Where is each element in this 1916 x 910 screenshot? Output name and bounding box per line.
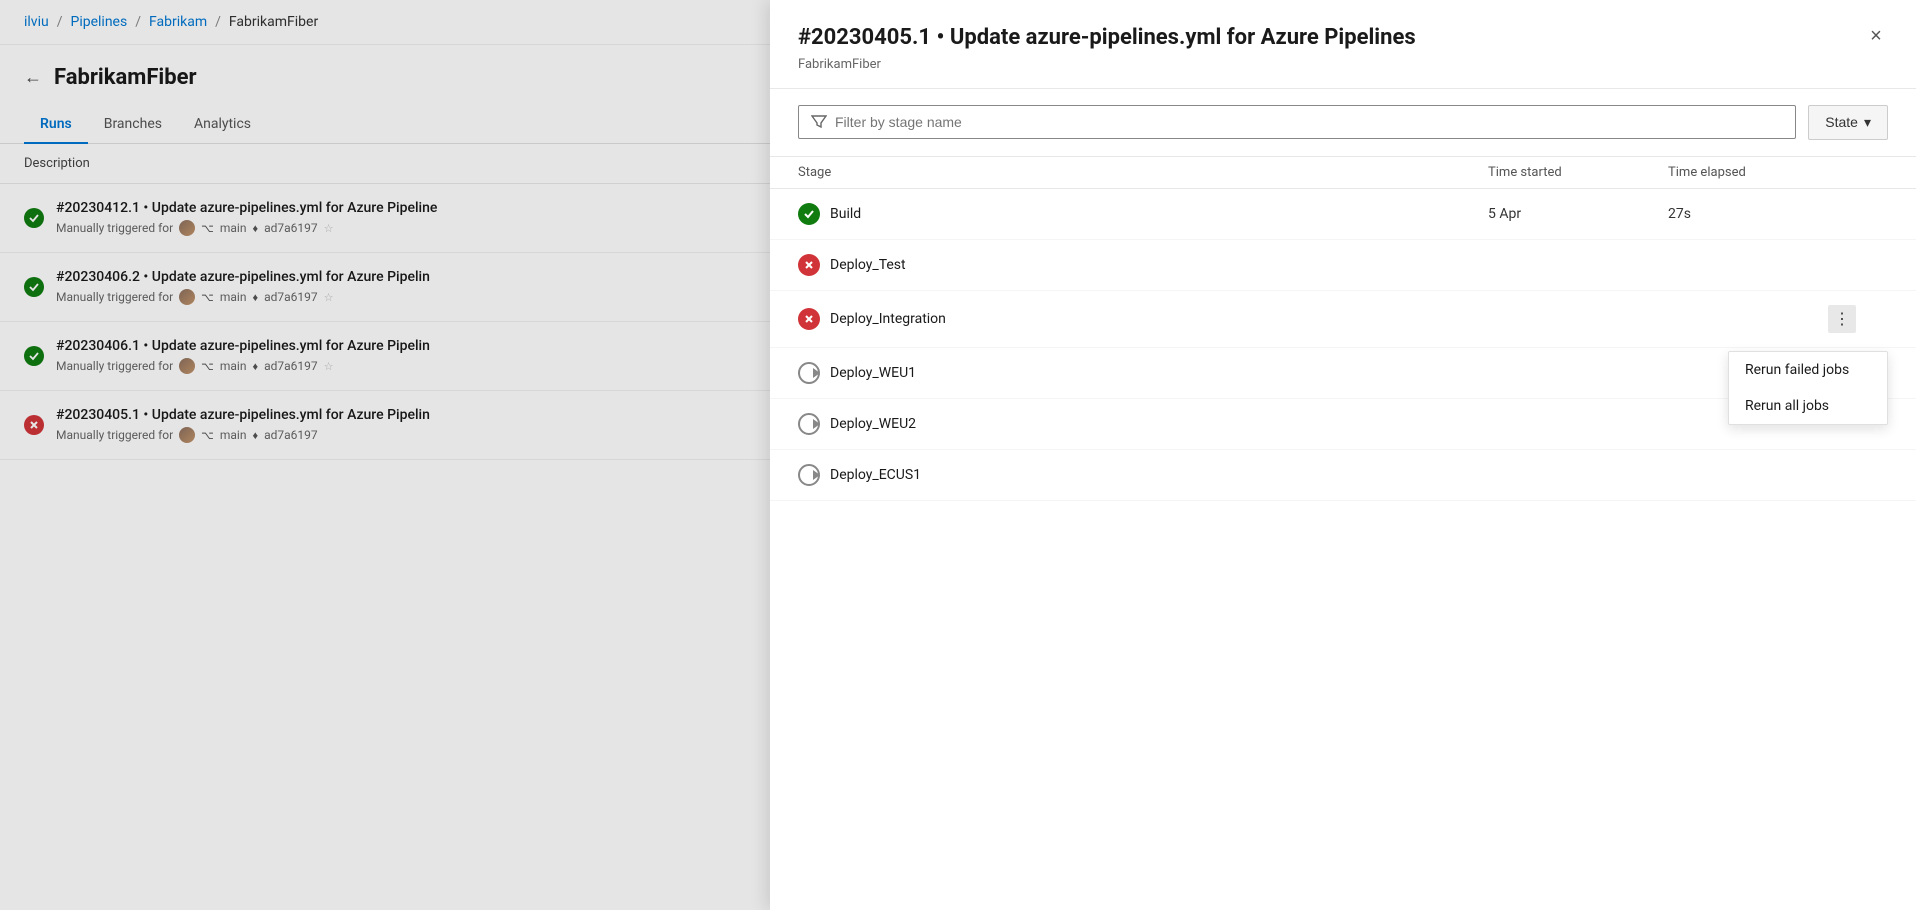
panel-header: #20230405.1 • Update azure-pipelines.yml… — [770, 0, 1916, 89]
stage-row-deploy-test[interactable]: Deploy_Test — [770, 240, 1916, 291]
close-button[interactable]: × — [1860, 20, 1892, 52]
stage-row-build[interactable]: Build 5 Apr 27s — [770, 189, 1916, 240]
col-actions — [1828, 165, 1888, 180]
stage-name-cell-deploy-weu2: Deploy_WEU2 — [798, 413, 1488, 435]
stage-time-elapsed-build: 27s — [1668, 206, 1828, 222]
filter-icon — [811, 114, 827, 130]
filter-input-wrapper — [798, 105, 1796, 139]
stage-name-build: Build — [830, 206, 861, 222]
stage-row-deploy-ecus1[interactable]: Deploy_ECUS1 — [770, 450, 1916, 501]
stage-name-deploy-integration: Deploy_Integration — [830, 311, 946, 327]
stage-name-deploy-test: Deploy_Test — [830, 257, 906, 273]
stage-name-deploy-weu1: Deploy_WEU1 — [830, 365, 916, 381]
stages-list: Build 5 Apr 27s Deploy_Test — [770, 189, 1916, 910]
stage-status-icon-deploy-test — [798, 254, 820, 276]
panel-title: #20230405.1 • Update azure-pipelines.yml… — [798, 24, 1888, 53]
stage-name-cell-deploy-integration: Deploy_Integration — [798, 308, 1488, 330]
stage-name-deploy-ecus1: Deploy_ECUS1 — [830, 467, 921, 483]
stage-status-icon-deploy-integration — [798, 308, 820, 330]
stage-status-icon-deploy-ecus1 — [798, 464, 820, 486]
side-panel: #20230405.1 • Update azure-pipelines.yml… — [770, 0, 1916, 910]
stage-status-icon-deploy-weu2 — [798, 413, 820, 435]
stage-time-started-build: 5 Apr — [1488, 206, 1668, 222]
context-menu-item-rerun-failed[interactable]: Rerun failed jobs — [1729, 352, 1887, 388]
state-button-label: State — [1825, 114, 1858, 130]
stage-name-cell-deploy-test: Deploy_Test — [798, 254, 1488, 276]
stage-status-icon-deploy-weu1 — [798, 362, 820, 384]
context-menu: Rerun failed jobs Rerun all jobs — [1728, 351, 1888, 425]
stage-status-icon-build — [798, 203, 820, 225]
panel-subtitle: FabrikamFiber — [798, 57, 1888, 72]
context-menu-item-rerun-all[interactable]: Rerun all jobs — [1729, 388, 1887, 424]
stage-name-cell-deploy-weu1: Deploy_WEU1 — [798, 362, 1488, 384]
chevron-down-icon: ▾ — [1864, 114, 1871, 131]
stage-name-deploy-weu2: Deploy_WEU2 — [830, 416, 916, 432]
col-time-started: Time started — [1488, 165, 1668, 180]
col-time-elapsed: Time elapsed — [1668, 165, 1828, 180]
stage-more-button-deploy-integration[interactable]: ⋮ — [1828, 305, 1856, 333]
stage-name-cell-deploy-ecus1: Deploy_ECUS1 — [798, 464, 1488, 486]
stage-row-deploy-integration[interactable]: Deploy_Integration ⋮ Rerun failed jobs R… — [770, 291, 1916, 348]
col-stage: Stage — [798, 165, 1488, 180]
filter-stage-input[interactable] — [835, 114, 1783, 130]
stage-name-cell-build: Build — [798, 203, 1488, 225]
state-dropdown-button[interactable]: State ▾ — [1808, 105, 1888, 140]
stages-table-header: Stage Time started Time elapsed — [770, 157, 1916, 189]
filter-row: State ▾ — [770, 89, 1916, 157]
